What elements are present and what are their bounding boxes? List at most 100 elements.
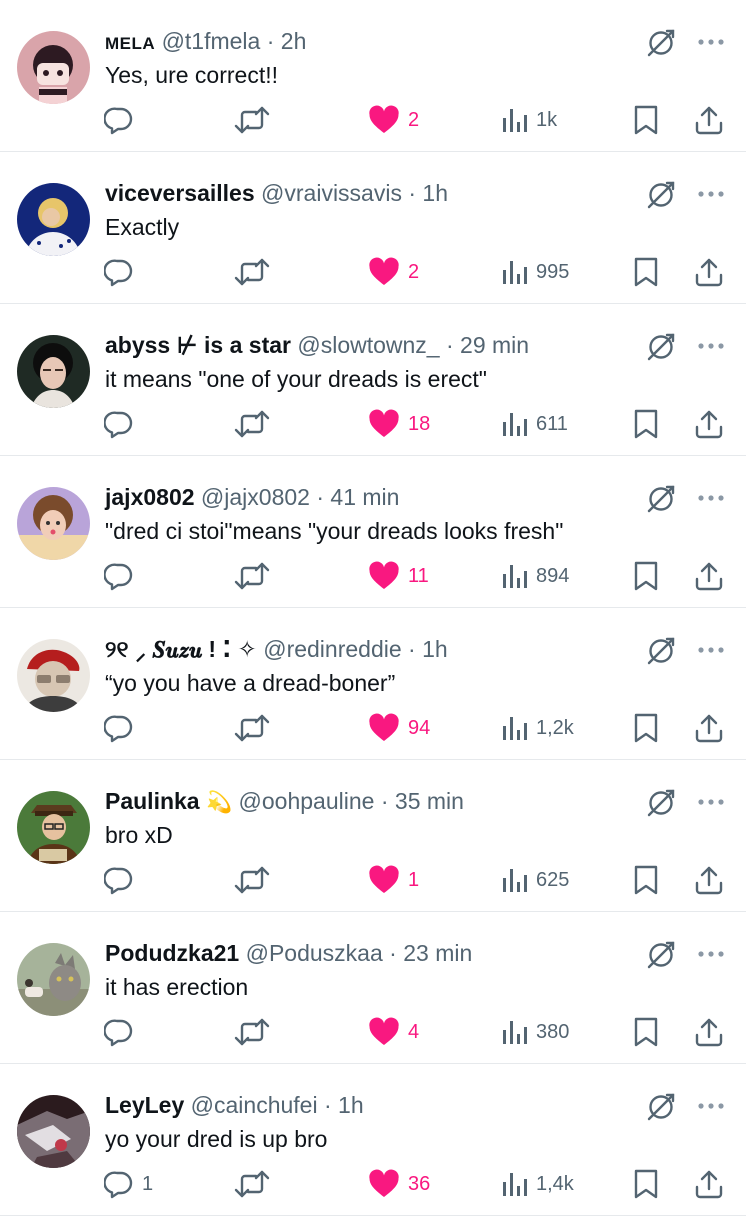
bookmark-button[interactable] xyxy=(632,1015,660,1049)
views-button[interactable]: 1,4k xyxy=(502,1167,574,1201)
bookmark-button[interactable] xyxy=(632,407,660,441)
grok-icon[interactable] xyxy=(646,26,678,58)
retweet-button[interactable] xyxy=(233,255,271,289)
retweet-button[interactable] xyxy=(233,711,271,745)
display-name[interactable]: viceversailles xyxy=(105,180,255,206)
share-button[interactable] xyxy=(693,1167,725,1201)
user-handle[interactable]: @cainchufei xyxy=(191,1092,318,1118)
share-button[interactable] xyxy=(693,863,725,897)
like-button[interactable]: 2 xyxy=(368,255,419,289)
reply-tweet[interactable]: LeyLey @cainchufei · 1h yo your dred is u… xyxy=(0,1064,746,1216)
more-icon[interactable] xyxy=(696,790,726,814)
user-handle[interactable]: @vraivissavis xyxy=(261,180,402,206)
user-handle[interactable]: @oohpauline xyxy=(239,788,375,814)
grok-icon[interactable] xyxy=(646,634,678,666)
views-button[interactable]: 611 xyxy=(502,407,568,441)
timestamp[interactable]: 29 min xyxy=(460,332,529,358)
display-name[interactable]: ୨୧ ⸝ 𝑺𝒖𝒛𝒖 ! ⁚ ✧ xyxy=(105,636,257,662)
display-name[interactable]: Podudzka21 xyxy=(105,940,239,966)
avatar[interactable] xyxy=(17,487,90,560)
bookmark-button[interactable] xyxy=(632,255,660,289)
like-button[interactable]: 4 xyxy=(368,1015,419,1049)
more-icon[interactable] xyxy=(696,334,726,358)
reply-button[interactable] xyxy=(104,407,142,441)
like-button[interactable]: 94 xyxy=(368,711,430,745)
share-button[interactable] xyxy=(693,559,725,593)
grok-icon[interactable] xyxy=(646,938,678,970)
timestamp[interactable]: 41 min xyxy=(330,484,399,510)
share-button[interactable] xyxy=(693,103,725,137)
reply-button[interactable] xyxy=(104,863,142,897)
grok-icon[interactable] xyxy=(646,482,678,514)
bookmark-button[interactable] xyxy=(632,1167,660,1201)
reply-button[interactable] xyxy=(104,559,142,593)
user-handle[interactable]: @slowtownz_ xyxy=(297,332,439,358)
retweet-button[interactable] xyxy=(233,559,271,593)
more-icon[interactable] xyxy=(696,1094,726,1118)
grok-icon[interactable] xyxy=(646,1090,678,1122)
retweet-button[interactable] xyxy=(233,407,271,441)
user-handle[interactable]: @t1fmela xyxy=(162,28,261,54)
avatar[interactable] xyxy=(17,943,90,1016)
share-button[interactable] xyxy=(693,711,725,745)
retweet-button[interactable] xyxy=(233,863,271,897)
more-icon[interactable] xyxy=(696,486,726,510)
views-button[interactable]: 894 xyxy=(502,559,569,593)
more-icon[interactable] xyxy=(696,942,726,966)
user-handle[interactable]: @redinreddie xyxy=(263,636,401,662)
views-button[interactable]: 380 xyxy=(502,1015,569,1049)
timestamp[interactable]: 1h xyxy=(338,1092,364,1118)
like-button[interactable]: 36 xyxy=(368,1167,430,1201)
avatar[interactable] xyxy=(17,335,90,408)
more-icon[interactable] xyxy=(696,638,726,662)
views-button[interactable]: 1,2k xyxy=(502,711,574,745)
display-name[interactable]: MELA xyxy=(105,34,155,53)
user-handle[interactable]: @Poduszkaa xyxy=(246,940,383,966)
grok-icon[interactable] xyxy=(646,178,678,210)
views-button[interactable]: 995 xyxy=(502,255,569,289)
display-name[interactable]: Paulinka xyxy=(105,788,200,814)
avatar[interactable] xyxy=(17,1095,90,1168)
reply-button[interactable] xyxy=(104,1015,142,1049)
reply-tweet[interactable]: abyss ⊬ is a star @slowtownz_ · 29 min it… xyxy=(0,304,746,456)
reply-tweet[interactable]: viceversailles @vraivissavis · 1h Exactly… xyxy=(0,152,746,304)
display-name[interactable]: abyss ⊬ is a star xyxy=(105,332,291,358)
more-icon[interactable] xyxy=(696,182,726,206)
display-name[interactable]: LeyLey xyxy=(105,1092,184,1118)
views-button[interactable]: 625 xyxy=(502,863,569,897)
reply-button[interactable] xyxy=(104,255,142,289)
grok-icon[interactable] xyxy=(646,786,678,818)
display-name[interactable]: jajx0802 xyxy=(105,484,195,510)
bookmark-button[interactable] xyxy=(632,103,660,137)
avatar[interactable] xyxy=(17,639,90,712)
user-handle[interactable]: @jajx0802 xyxy=(201,484,310,510)
reply-tweet[interactable]: Paulinka 💫 @oohpauline · 35 min bro xD 1 62… xyxy=(0,760,746,912)
reply-button[interactable] xyxy=(104,103,142,137)
avatar[interactable] xyxy=(17,31,90,104)
bookmark-button[interactable] xyxy=(632,863,660,897)
avatar[interactable] xyxy=(17,791,90,864)
timestamp[interactable]: 2h xyxy=(281,28,307,54)
views-button[interactable]: 1k xyxy=(502,103,557,137)
like-button[interactable]: 11 xyxy=(368,559,429,593)
grok-icon[interactable] xyxy=(646,330,678,362)
bookmark-button[interactable] xyxy=(632,559,660,593)
reply-tweet[interactable]: Podudzka21 @Poduszkaa · 23 min it has ere… xyxy=(0,912,746,1064)
timestamp[interactable]: 1h xyxy=(422,180,448,206)
like-button[interactable]: 1 xyxy=(368,863,419,897)
reply-tweet[interactable]: MELA @t1fmela · 2h Yes, ure correct!! 2 1k xyxy=(0,0,746,152)
avatar[interactable] xyxy=(17,183,90,256)
retweet-button[interactable] xyxy=(233,1167,271,1201)
share-button[interactable] xyxy=(693,255,725,289)
reply-button[interactable] xyxy=(104,711,142,745)
timestamp[interactable]: 1h xyxy=(422,636,448,662)
timestamp[interactable]: 35 min xyxy=(395,788,464,814)
retweet-button[interactable] xyxy=(233,103,271,137)
share-button[interactable] xyxy=(693,1015,725,1049)
like-button[interactable]: 18 xyxy=(368,407,430,441)
like-button[interactable]: 2 xyxy=(368,103,419,137)
reply-tweet[interactable]: ୨୧ ⸝ 𝑺𝒖𝒛𝒖 ! ⁚ ✧ @redinreddie · 1h “yo you… xyxy=(0,608,746,760)
timestamp[interactable]: 23 min xyxy=(403,940,472,966)
share-button[interactable] xyxy=(693,407,725,441)
reply-tweet[interactable]: jajx0802 @jajx0802 · 41 min "dred ci stoi… xyxy=(0,456,746,608)
